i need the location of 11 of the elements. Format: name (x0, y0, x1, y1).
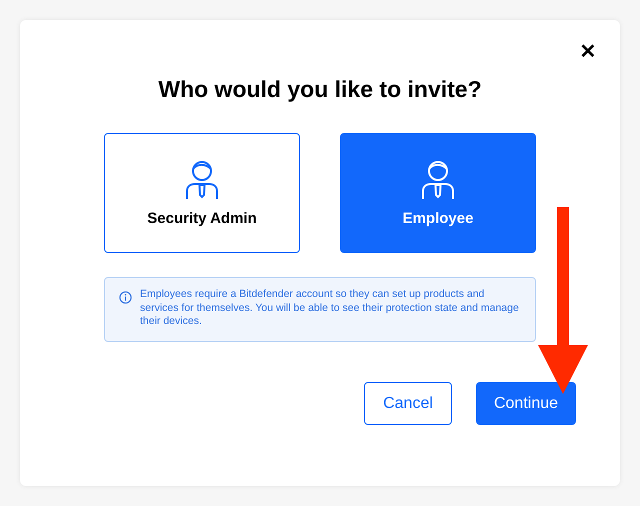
person-icon (185, 160, 219, 200)
cancel-button[interactable]: Cancel (364, 382, 452, 425)
close-button[interactable]: ✕ (576, 40, 600, 64)
option-card[interactable]: Security Admin (104, 133, 300, 253)
arrow-icon (538, 207, 588, 395)
dialog-title: Who would you like to invite? (157, 75, 483, 104)
continue-button[interactable]: Continue (476, 382, 576, 425)
info-icon (119, 291, 132, 304)
info-text: Employees require a Bitdefender account so they can set up products and services for themselves. You will be able to see their protection state and manage their devices. (140, 288, 520, 328)
option-card[interactable]: Employee (340, 133, 536, 253)
person-icon (421, 160, 455, 200)
